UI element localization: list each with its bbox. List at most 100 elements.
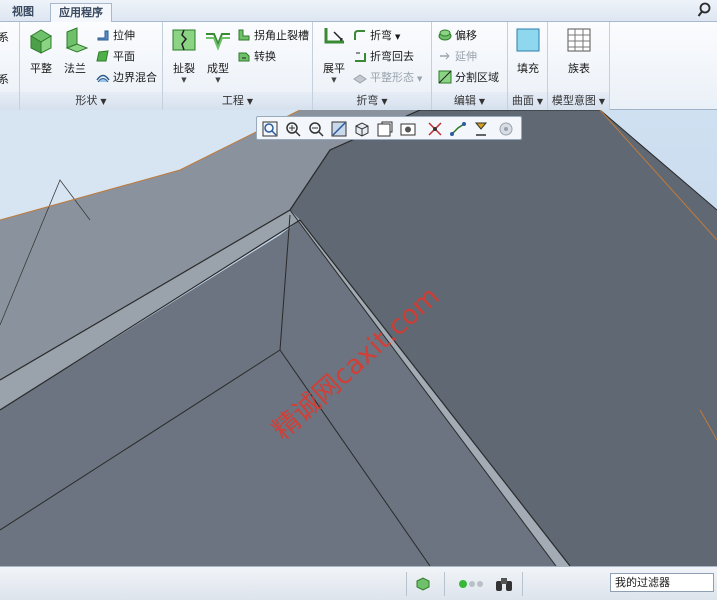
graphics-toolbar (256, 116, 522, 140)
flat-pattern-label: 平整形态 (370, 71, 414, 84)
binoculars-icon[interactable] (494, 575, 514, 593)
fill-icon (516, 28, 540, 52)
tab-view[interactable]: 视图 (4, 3, 42, 22)
rip-icon (172, 29, 196, 51)
orientation-icon[interactable] (353, 120, 371, 138)
flange-icon (65, 27, 89, 53)
planar-label: 平面 (113, 50, 135, 63)
form-icon (206, 33, 230, 51)
chevron-down-icon: ▼ (100, 97, 107, 106)
annotation-display-icon[interactable] (472, 120, 490, 138)
rip-label: 扯裂 (173, 62, 195, 75)
tab-applications[interactable]: 应用程序 (50, 3, 112, 22)
group-model-intent: 族表 模型意图 ▼ (548, 22, 610, 110)
status-separator (522, 572, 523, 596)
saved-views-icon[interactable] (376, 120, 394, 138)
group-label-bend[interactable]: 折弯 ▼ (313, 92, 431, 110)
bend-label: 折弯 (370, 29, 392, 42)
bend-back-icon (355, 52, 366, 62)
corner-relief-button[interactable]: 拐角止裂槽 (237, 26, 309, 45)
refit-icon[interactable] (261, 120, 279, 138)
extend-label: 延伸 (455, 50, 477, 63)
flat-pattern-icon (353, 74, 367, 84)
group-label-model-intent[interactable]: 模型意图 ▼ (548, 92, 609, 110)
chevron-down-icon: ▼ (598, 97, 606, 106)
group-label-surface[interactable]: 曲面 ▼ (508, 92, 547, 110)
model-intent-group-title: 模型意图 (551, 94, 596, 107)
group-partial-left: 系 系 (0, 22, 20, 110)
chevron-down-icon: ▼ (417, 75, 423, 83)
convert-icon (238, 52, 250, 62)
bend-icon (354, 30, 365, 40)
search-icon[interactable] (697, 2, 711, 18)
status-lights-icon (459, 580, 483, 588)
repaint-icon[interactable] (330, 120, 348, 138)
bend-button[interactable]: 折弯 ▼ (353, 26, 400, 45)
edge-button-top[interactable]: 系 (0, 28, 9, 47)
unbend-icon (324, 28, 344, 44)
graphics-viewport[interactable]: 精诚网caxit.com (0, 110, 717, 566)
group-bend: 展平 ▼ 折弯 ▼ 折弯回去 平整形态 ▼ 折弯 ▼ (313, 22, 432, 110)
group-engineering: 扯裂 ▼ 成型 ▼ 拐角止裂槽 转换 工程 ▼ (163, 22, 313, 110)
boundary-blend-icon (96, 74, 110, 83)
rip-button[interactable]: 扯裂 ▼ (167, 26, 201, 90)
status-separator (444, 572, 445, 596)
offset-label: 偏移 (455, 29, 477, 42)
offset-button[interactable]: 偏移 (438, 26, 477, 45)
extrude-button[interactable]: 拉伸 (96, 26, 135, 45)
boundary-blend-button[interactable]: 边界混合 (96, 68, 157, 87)
bend-back-button[interactable]: 折弯回去 (353, 47, 414, 66)
group-edit: 偏移 延伸 分割区域 编辑 ▼ (432, 22, 508, 110)
chevron-down-icon: ▼ (381, 97, 388, 106)
spin-center-icon[interactable] (497, 120, 515, 138)
flat-wall-button[interactable]: 平整 (24, 26, 58, 90)
group-label-engineering[interactable]: 工程 ▼ (163, 92, 312, 110)
flat-wall-label: 平整 (30, 62, 52, 75)
ribbon-tab-strip: 视图 应用程序 (0, 0, 717, 22)
planar-button[interactable]: 平面 (96, 47, 135, 66)
extend-icon (440, 52, 450, 60)
chevron-down-icon: ▼ (215, 76, 221, 84)
group-surface: 填充 曲面 ▼ (508, 22, 548, 110)
status-separator (406, 572, 407, 596)
split-area-button[interactable]: 分割区域 (438, 68, 499, 87)
selection-filter-select[interactable]: 我的过滤器 (610, 573, 714, 592)
flat-wall-icon (30, 29, 52, 54)
extrude-label: 拉伸 (113, 29, 135, 42)
corner-relief-icon (238, 29, 250, 41)
family-table-button[interactable]: 族表 (562, 26, 596, 90)
flange-button[interactable]: 法兰 (58, 26, 92, 90)
split-area-icon (438, 70, 452, 84)
group-label-shape[interactable]: 形状 ▼ (20, 92, 162, 110)
convert-button[interactable]: 转换 (237, 47, 276, 66)
chevron-down-icon: ▼ (536, 97, 544, 106)
extend-button[interactable]: 延伸 (438, 47, 477, 66)
surface-group-title: 曲面 (511, 94, 534, 107)
regenerate-icon[interactable] (414, 575, 432, 593)
edge-button-bottom[interactable]: 系 (0, 70, 9, 89)
display-style-icon[interactable] (399, 120, 417, 138)
unbend-button[interactable]: 展平 ▼ (317, 26, 351, 90)
flat-pattern-button[interactable]: 平整形态 ▼ (353, 68, 422, 87)
family-table-icon (567, 28, 591, 52)
engineering-group-title: 工程 (221, 94, 244, 107)
fill-button[interactable]: 填充 (511, 26, 545, 90)
zoom-in-icon[interactable] (284, 120, 302, 138)
bend-back-label: 折弯回去 (370, 50, 414, 63)
unbend-label: 展平 (323, 62, 345, 75)
status-bar: 我的过滤器 (0, 566, 717, 600)
edit-group-title: 编辑 (453, 94, 476, 107)
datum-display-icon[interactable] (426, 120, 444, 138)
csys-display-icon[interactable] (449, 120, 467, 138)
zoom-out-icon[interactable] (307, 120, 325, 138)
planar-icon (96, 50, 109, 62)
chevron-down-icon: ▼ (395, 33, 401, 41)
convert-label: 转换 (254, 50, 276, 63)
chevron-down-icon: ▼ (331, 76, 337, 84)
form-button[interactable]: 成型 ▼ (201, 26, 235, 90)
flange-label: 法兰 (64, 62, 86, 75)
group-label-edit[interactable]: 编辑 ▼ (432, 92, 507, 110)
fill-label: 填充 (517, 62, 539, 75)
corner-relief-label: 拐角止裂槽 (254, 29, 309, 42)
offset-icon (438, 29, 452, 41)
